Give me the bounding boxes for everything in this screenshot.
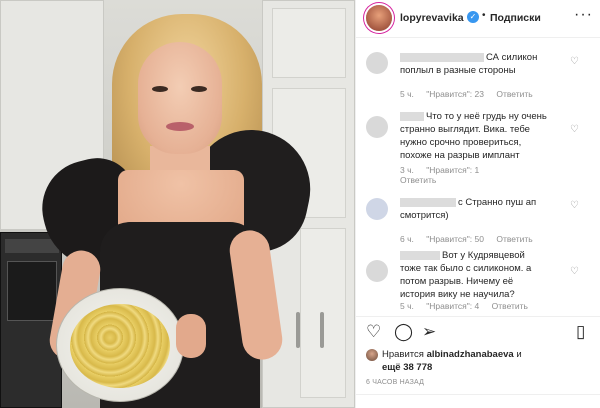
commenter-avatar[interactable] xyxy=(366,116,388,138)
lips xyxy=(166,122,194,131)
comment-text: Вот у Кудрявцевой тоже так было с силико… xyxy=(400,250,532,300)
verified-badge-icon: ✓ xyxy=(467,11,479,23)
blurred-username xyxy=(400,52,484,62)
eye xyxy=(191,86,207,92)
comment-meta: 3 ч. "Нравится": 1 Ответить xyxy=(400,165,489,185)
post-header: lopyrevavika ✓ • Подписки ··· xyxy=(356,0,600,38)
liker-username[interactable]: albinadzhanabaeva xyxy=(427,349,514,360)
blurred-username xyxy=(400,197,456,207)
commenter-avatar[interactable] xyxy=(366,52,388,74)
liker-avatar xyxy=(366,349,378,361)
comment-likes-count[interactable]: "Нравится": 50 xyxy=(426,234,484,244)
comment-like-icon[interactable]: ♡ xyxy=(570,56,579,67)
likes-summary: Нравится albinadzhanabaeva и ещё 38 778 xyxy=(356,344,600,376)
hand xyxy=(176,314,206,358)
comment-text: СА силикон поплыл в разные стороны xyxy=(400,52,538,76)
comment-text: с Странно пуш ап смотрится) xyxy=(400,197,537,221)
comment: с Странно пуш ап смотрится) ♡ 6 ч. "Нрав… xyxy=(356,192,600,244)
author-username[interactable]: lopyrevavika xyxy=(400,12,464,24)
bookmark-icon[interactable]: ▯ xyxy=(576,323,585,341)
comment-likes-count[interactable]: "Нравится": 1 xyxy=(426,165,479,175)
comment-meta: 5 ч. "Нравится": 23 Ответить xyxy=(400,89,543,99)
post-side-panel: lopyrevavika ✓ • Подписки ··· СА силикон… xyxy=(355,0,600,408)
cabinet-handle xyxy=(320,312,324,348)
comment-likes-count[interactable]: "Нравится": 23 xyxy=(426,89,484,99)
share-icon[interactable]: ➢ xyxy=(422,323,436,341)
more-options-icon[interactable]: ··· xyxy=(574,6,593,24)
author-avatar[interactable] xyxy=(366,5,392,31)
reply-button[interactable]: Ответить xyxy=(492,301,528,311)
add-comment-area[interactable] xyxy=(356,394,600,408)
comment-like-icon[interactable]: ♡ xyxy=(570,200,579,211)
dumplings xyxy=(70,304,170,388)
reply-button[interactable]: Ответить xyxy=(400,175,436,185)
commenter-avatar[interactable] xyxy=(366,260,388,282)
comment: Что то у неё грудь ну очень странно выгл… xyxy=(356,106,600,186)
comment-like-icon[interactable]: ♡ xyxy=(570,266,579,277)
comment-time: 6 ч. xyxy=(400,234,414,244)
comment-text: Что то у неё грудь ну очень странно выгл… xyxy=(400,111,547,161)
blurred-username xyxy=(400,111,424,121)
post-actions-bar: ♡ ◯ ➢ ▯ xyxy=(356,316,600,342)
comment: СА силикон поплыл в разные стороны ♡ 5 ч… xyxy=(356,48,600,104)
eye xyxy=(152,86,168,92)
post-timestamp: 6 ЧАСОВ НАЗАД xyxy=(366,379,425,386)
comment-time: 5 ч. xyxy=(400,89,414,99)
like-heart-icon[interactable]: ♡ xyxy=(366,323,381,341)
reply-button[interactable]: Ответить xyxy=(496,234,532,244)
blurred-username xyxy=(400,250,440,260)
cabinet-handle xyxy=(296,312,300,348)
likes-text[interactable]: Нравится albinadzhanabaeva и ещё 38 778 xyxy=(382,348,582,374)
comment-like-icon[interactable]: ♡ xyxy=(570,124,579,135)
commenter-avatar[interactable] xyxy=(366,198,388,220)
reply-button[interactable]: Ответить xyxy=(496,89,532,99)
comment-time: 5 ч. xyxy=(400,301,414,311)
comment-meta: 5 ч. "Нравится": 4 Ответить xyxy=(400,301,538,311)
comment: Вот у Кудрявцевой тоже так было с силико… xyxy=(356,246,600,312)
separator-dot: • xyxy=(482,10,486,21)
following-button[interactable]: Подписки xyxy=(490,12,541,24)
post-photo[interactable] xyxy=(0,0,355,408)
face xyxy=(138,42,222,154)
comment-icon[interactable]: ◯ xyxy=(394,323,413,341)
cabinet-panel xyxy=(272,8,346,78)
comment-time: 3 ч. xyxy=(400,165,414,175)
comment-meta: 6 ч. "Нравится": 50 Ответить xyxy=(400,234,543,244)
comment-likes-count[interactable]: "Нравится": 4 xyxy=(426,301,479,311)
likes-count[interactable]: ещё 38 778 xyxy=(382,362,432,373)
